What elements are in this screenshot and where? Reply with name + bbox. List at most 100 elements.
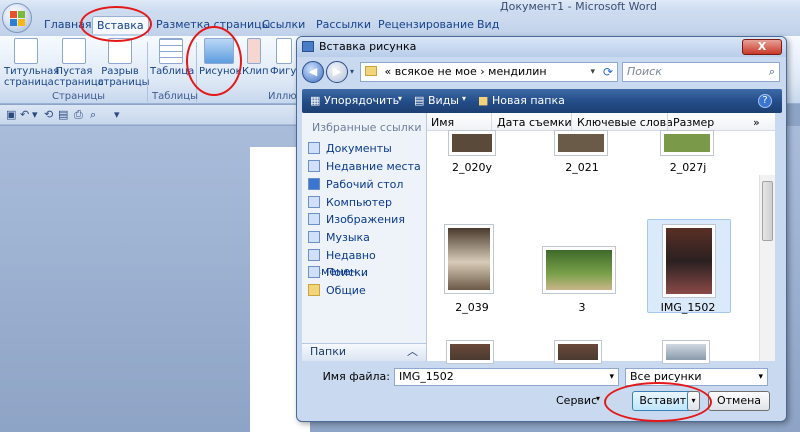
file-thumbnail[interactable] bbox=[663, 341, 709, 363]
file-thumbnail[interactable] bbox=[555, 341, 601, 363]
address-bar-row: ◀ ▶ ▾ « всякое не мое › мендилин ▾ ⟳ Пои… bbox=[302, 61, 782, 87]
shapes-button[interactable]: Фигур bbox=[270, 38, 303, 77]
blank-page-button[interactable]: Пустая страница bbox=[54, 38, 104, 88]
print-icon[interactable]: ⎙ bbox=[74, 108, 83, 122]
search-input[interactable]: Поиск ⌕ bbox=[622, 62, 780, 82]
save-icon[interactable]: ▣ bbox=[6, 108, 16, 121]
clipart-button[interactable]: Клип bbox=[242, 38, 269, 77]
organize-dropdown-icon[interactable]: ▾ bbox=[398, 94, 402, 103]
nav-item-desktop[interactable]: Рабочий стол bbox=[308, 177, 403, 193]
nav-item-pictures[interactable]: Изображения bbox=[308, 212, 405, 228]
scrollbar-thumb[interactable] bbox=[762, 181, 773, 241]
tools-dropdown-icon[interactable]: ▾ bbox=[596, 394, 600, 403]
address-bar[interactable]: « всякое не мое › мендилин ▾ ⟳ bbox=[360, 62, 618, 82]
public-folder-icon bbox=[308, 284, 320, 296]
folders-label: Папки bbox=[310, 345, 346, 358]
zoom-icon[interactable]: ⌕ bbox=[90, 108, 96, 122]
group-label-tables: Таблицы bbox=[152, 91, 198, 102]
page-break-button[interactable]: Разрыв страницы bbox=[98, 38, 150, 88]
pictures-icon bbox=[308, 213, 320, 225]
back-arrow-icon[interactable]: ◀ bbox=[302, 61, 324, 83]
tools-menu[interactable]: Сервис bbox=[556, 394, 597, 407]
views-button[interactable]: Виды bbox=[428, 94, 459, 107]
tab-references[interactable]: Ссылки bbox=[258, 16, 309, 34]
tab-review[interactable]: Рецензирование bbox=[374, 16, 478, 34]
views-dropdown-icon[interactable]: ▾ bbox=[462, 94, 466, 103]
folders-toggle[interactable]: Папки ︿ bbox=[302, 343, 426, 361]
dialog-toolbar: ▦ Упорядочить ▾ ▤ Виды ▾ ■ Новая папка ? bbox=[302, 89, 782, 113]
tab-view[interactable]: Вид bbox=[473, 16, 503, 34]
nav-item-searches[interactable]: Поиски bbox=[308, 265, 368, 281]
recently-changed-icon bbox=[308, 249, 320, 261]
views-icon: ▤ bbox=[414, 94, 425, 107]
file-list-scrollbar[interactable] bbox=[759, 175, 775, 361]
filename-value: IMG_1502 bbox=[399, 370, 454, 383]
file-thumbnail[interactable] bbox=[555, 131, 607, 155]
filename-input[interactable]: IMG_1502 ▾ bbox=[394, 368, 619, 386]
address-dropdown-icon[interactable]: ▾ bbox=[590, 63, 595, 81]
nav-item-public[interactable]: Общие bbox=[308, 283, 366, 299]
file-name[interactable]: 2_039 bbox=[427, 301, 517, 314]
quick-access-toolbar: ▣ ↶ ▾ ⟲ ▤ ⎙ ⌕ ▾ bbox=[0, 105, 300, 125]
search-icon[interactable]: ⌕ bbox=[769, 63, 775, 81]
nav-item-label: Изображения bbox=[326, 213, 405, 226]
undo-dropdown-icon[interactable]: ▾ bbox=[32, 108, 38, 121]
forward-arrow-icon[interactable]: ▶ bbox=[326, 61, 348, 83]
file-thumbnail[interactable] bbox=[661, 131, 713, 155]
nav-item-label: Недавние места bbox=[326, 160, 421, 173]
dialog-footer: Имя файла: IMG_1502 ▾ Все рисунки ▾ Серв… bbox=[302, 363, 782, 419]
new-folder-button[interactable]: Новая папка bbox=[492, 94, 565, 107]
nav-item-recent-places[interactable]: Недавние места bbox=[308, 159, 421, 175]
help-icon[interactable]: ? bbox=[758, 94, 772, 108]
organize-button[interactable]: Упорядочить bbox=[324, 94, 399, 107]
column-date-taken[interactable]: Дата съемки bbox=[497, 116, 572, 129]
print-preview-icon[interactable]: ▤ bbox=[58, 108, 68, 121]
title-page-icon bbox=[14, 38, 38, 64]
redo-icon[interactable]: ⟲ bbox=[44, 108, 53, 121]
nav-item-recently-changed[interactable]: Недавно изменен... bbox=[308, 248, 426, 278]
file-name[interactable]: 3 bbox=[537, 301, 627, 314]
history-dropdown-icon[interactable]: ▾ bbox=[350, 67, 354, 76]
nav-item-label: Поиски bbox=[326, 266, 368, 279]
office-logo-icon bbox=[10, 11, 25, 26]
file-name[interactable]: IMG_1502 bbox=[643, 301, 733, 314]
file-thumbnail[interactable] bbox=[543, 247, 615, 293]
annotation-circle-insert-button bbox=[604, 382, 712, 422]
annotation-circle-picture bbox=[186, 26, 242, 96]
search-placeholder: Поиск bbox=[627, 65, 662, 78]
folder-icon bbox=[365, 66, 377, 76]
clipart-label: Клип bbox=[242, 66, 269, 77]
page-break-label: Разрыв страницы bbox=[98, 66, 150, 88]
nav-item-computer[interactable]: Компьютер bbox=[308, 195, 392, 211]
nav-item-music[interactable]: Музыка bbox=[308, 230, 370, 246]
more-columns-icon[interactable]: » bbox=[753, 116, 760, 129]
word-app-icon bbox=[302, 41, 314, 52]
close-button[interactable]: X bbox=[742, 39, 782, 55]
filetype-value: Все рисунки bbox=[630, 370, 702, 383]
file-name[interactable]: 2_020y bbox=[427, 161, 517, 174]
file-name[interactable]: 2_021 bbox=[537, 161, 627, 174]
file-thumbnail[interactable] bbox=[447, 341, 493, 363]
dialog-titlebar[interactable]: Вставка рисунка X bbox=[297, 37, 786, 57]
file-name[interactable]: 2_027j bbox=[643, 161, 733, 174]
column-name[interactable]: Имя bbox=[431, 116, 454, 129]
office-button[interactable] bbox=[2, 3, 32, 33]
filename-dropdown-icon[interactable]: ▾ bbox=[609, 369, 614, 385]
annotation-circle-insert-tab bbox=[80, 6, 152, 42]
file-thumbnail[interactable] bbox=[445, 225, 493, 293]
file-thumbnail[interactable] bbox=[449, 131, 495, 155]
column-separator bbox=[667, 113, 668, 131]
column-keywords[interactable]: Ключевые слова bbox=[577, 116, 673, 129]
nav-item-documents[interactable]: Документы bbox=[308, 141, 392, 157]
customize-qat-icon[interactable]: ▾ bbox=[114, 108, 120, 121]
computer-icon bbox=[308, 196, 320, 208]
refresh-icon[interactable]: ⟳ bbox=[603, 63, 613, 81]
column-size[interactable]: Размер bbox=[673, 116, 714, 129]
title-page-button[interactable]: Титульная страница bbox=[4, 38, 59, 88]
tab-mailings[interactable]: Рассылки bbox=[312, 16, 375, 34]
undo-icon[interactable]: ↶ bbox=[20, 108, 29, 121]
navigation-pane: Избранные ссылки Документы Недавние мест… bbox=[302, 113, 427, 361]
cancel-button[interactable]: Отмена bbox=[708, 391, 770, 411]
filetype-dropdown-icon[interactable]: ▾ bbox=[758, 369, 763, 385]
file-thumbnail[interactable] bbox=[663, 225, 715, 297]
